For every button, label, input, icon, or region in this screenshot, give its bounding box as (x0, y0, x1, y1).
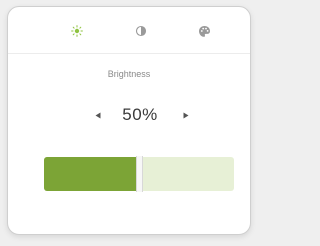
increase-button[interactable] (180, 109, 192, 121)
contrast-icon (135, 25, 147, 37)
brightness-value: 50% (122, 105, 158, 124)
triangle-left-icon (95, 112, 101, 118)
settings-tab-bar (8, 7, 250, 54)
brightness-stepper: 50% (8, 103, 250, 127)
tab-brightness[interactable] (68, 22, 86, 40)
triangle-right-icon (183, 112, 189, 118)
brightness-slider[interactable] (44, 156, 234, 192)
tab-color[interactable] (195, 22, 213, 40)
slider-handle[interactable] (136, 156, 143, 192)
palette-icon (198, 25, 210, 37)
sun-icon (71, 25, 83, 37)
decrease-button[interactable] (92, 109, 104, 121)
setting-label: Brightness (107, 69, 151, 79)
tab-contrast[interactable] (132, 22, 150, 40)
brightness-panel: Brightness 50% (7, 6, 251, 235)
slider-fill (44, 157, 139, 191)
